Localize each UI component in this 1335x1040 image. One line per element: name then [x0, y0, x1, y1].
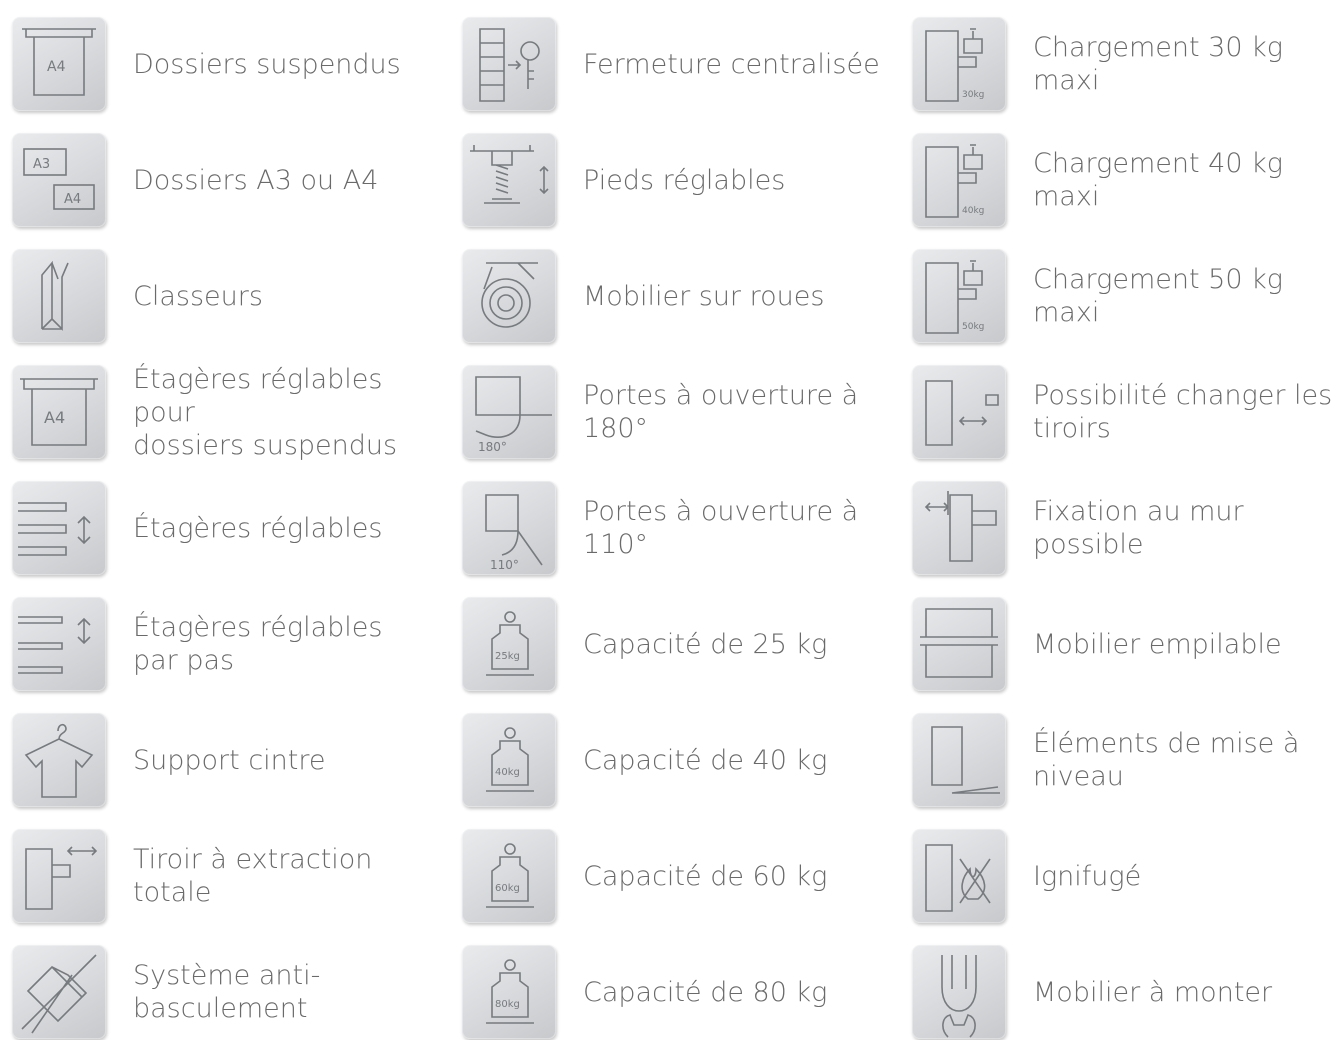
- svg-text:25kg: 25kg: [495, 651, 520, 662]
- feature-label: Dossiers A3 ou A4: [133, 164, 379, 196]
- svg-text:A4: A4: [44, 408, 65, 427]
- feature-label: Capacité de 80 kg: [583, 976, 828, 1008]
- central-lock-icon: [462, 17, 556, 111]
- fireproof-icon: [912, 829, 1006, 923]
- feature-label: Classeurs: [133, 280, 263, 312]
- load-40kg-icon: 40kg: [912, 133, 1006, 227]
- svg-text:40kg: 40kg: [495, 767, 520, 778]
- feature-label: Étagères réglables: [133, 512, 383, 544]
- svg-text:80kg: 80kg: [495, 999, 520, 1010]
- svg-text:50kg: 50kg: [962, 322, 984, 332]
- feature-label: Support cintre: [133, 744, 326, 776]
- feature-label: Possibilité changer les tiroirs: [1033, 380, 1333, 444]
- svg-text:30kg: 30kg: [962, 90, 984, 100]
- adjustable-feet-icon: [462, 133, 556, 227]
- feature-label: Mobilier sur roues: [583, 280, 825, 312]
- changeable-drawers-icon: [912, 365, 1006, 459]
- load-30kg-icon: 30kg: [912, 17, 1006, 111]
- svg-text:40kg: 40kg: [962, 206, 984, 216]
- feature-label: Fermeture centralisée: [583, 48, 880, 80]
- door-180-icon: 180°: [462, 365, 556, 459]
- door-110-icon: 110°: [462, 481, 556, 575]
- adjustable-shelves-icon: [12, 481, 106, 575]
- svg-text:180°: 180°: [478, 440, 507, 454]
- weight-80kg-icon: 80kg: [462, 945, 556, 1039]
- feature-label: Éléments de mise à niveau: [1033, 728, 1300, 792]
- feature-label: Pieds réglables: [583, 164, 786, 196]
- svg-text:A4: A4: [64, 192, 81, 207]
- full-extension-drawer-icon: [12, 829, 106, 923]
- anti-tilt-icon: [12, 945, 106, 1039]
- feature-label: Ignifugé: [1033, 860, 1142, 892]
- wall-mount-icon: [912, 481, 1006, 575]
- feature-label: Portes à ouverture à 110°: [583, 496, 859, 560]
- weight-60kg-icon: 60kg: [462, 829, 556, 923]
- caster-wheel-icon: [462, 249, 556, 343]
- svg-text:A3: A3: [33, 157, 50, 172]
- adjustable-shelf-hanging-file-icon: A4: [12, 365, 106, 459]
- svg-text:A4: A4: [47, 59, 66, 75]
- feature-label: Chargement 40 kg maxi: [1033, 148, 1283, 212]
- feature-label: Dossiers suspendus: [133, 48, 401, 80]
- feature-label: Système anti- basculement: [133, 960, 321, 1024]
- a3-a4-folders-icon: A3 A4: [12, 133, 106, 227]
- hanger-support-icon: [12, 713, 106, 807]
- stackable-icon: [912, 597, 1006, 691]
- feature-label: Étagères réglables par pas: [133, 612, 383, 676]
- feature-label: Mobilier empilable: [1033, 628, 1282, 660]
- feature-label: Tiroir à extraction totale: [133, 844, 373, 908]
- binders-icon: [12, 249, 106, 343]
- leveling-elements-icon: [912, 713, 1006, 807]
- assembly-required-icon: [912, 945, 1006, 1039]
- feature-label: Étagères réglables pour dossiers suspend…: [133, 363, 398, 461]
- feature-label: Chargement 30 kg maxi: [1033, 32, 1283, 96]
- step-adjustable-shelves-icon: [12, 597, 106, 691]
- hanging-file-a4-icon: A4: [12, 17, 106, 111]
- load-50kg-icon: 50kg: [912, 249, 1006, 343]
- svg-text:60kg: 60kg: [495, 883, 520, 894]
- feature-label: Chargement 50 kg maxi: [1033, 264, 1283, 328]
- feature-label: Capacité de 25 kg: [583, 628, 828, 660]
- feature-label: Mobilier à monter: [1033, 976, 1273, 1008]
- weight-25kg-icon: 25kg: [462, 597, 556, 691]
- weight-40kg-icon: 40kg: [462, 713, 556, 807]
- feature-label: Portes à ouverture à 180°: [583, 380, 859, 444]
- feature-label: Fixation au mur possible: [1033, 496, 1244, 560]
- feature-label: Capacité de 60 kg: [583, 860, 828, 892]
- svg-text:110°: 110°: [490, 558, 519, 572]
- feature-label: Capacité de 40 kg: [583, 744, 828, 776]
